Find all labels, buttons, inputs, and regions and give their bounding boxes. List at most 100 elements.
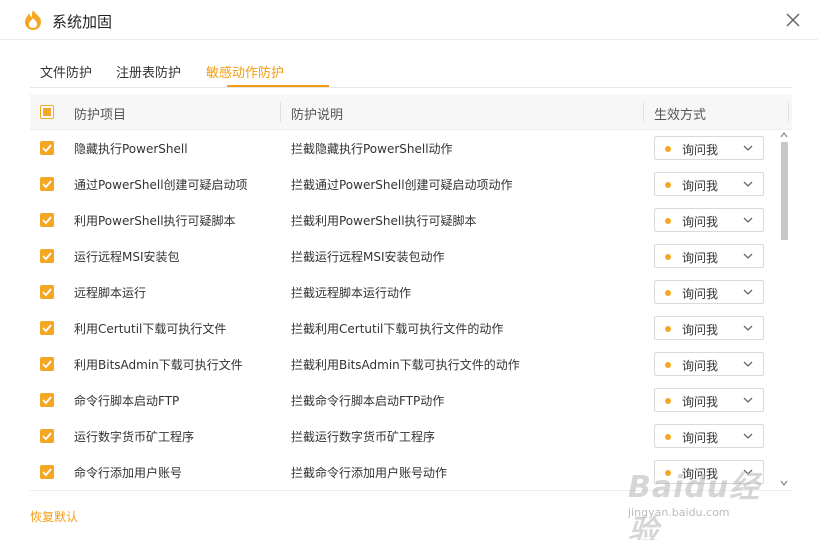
row-description: 拦截隐藏执行PowerShell动作 xyxy=(291,142,453,156)
row-checkbox[interactable] xyxy=(40,357,54,371)
chevron-down-icon xyxy=(743,217,753,223)
row-item-name: 命令行脚本启动FTP xyxy=(74,394,180,408)
row-checkbox[interactable] xyxy=(40,465,54,479)
table-row: 隐藏执行PowerShell 拦截隐藏执行PowerShell动作 询问我 xyxy=(30,130,792,166)
row-description: 拦截运行数字货币矿工程序 xyxy=(291,430,436,444)
vertical-scrollbar[interactable] xyxy=(778,132,790,490)
column-divider xyxy=(280,102,281,122)
row-item-name: 通过PowerShell创建可疑启动项 xyxy=(74,178,248,192)
mode-dropdown[interactable]: 询问我 xyxy=(654,136,764,160)
row-description: 拦截利用BitsAdmin下载可执行文件的动作 xyxy=(291,358,520,372)
chevron-down-icon xyxy=(743,433,753,439)
chevron-down-icon xyxy=(743,325,753,331)
status-dot xyxy=(665,434,671,440)
flame-shield-icon xyxy=(25,10,41,30)
row-item-name: 隐藏执行PowerShell xyxy=(74,142,188,156)
mode-dropdown[interactable]: 询问我 xyxy=(654,316,764,340)
chevron-down-icon xyxy=(743,289,753,295)
row-description: 拦截通过PowerShell创建可疑启动项动作 xyxy=(291,178,513,192)
tab-bar: 文件防护 注册表防护 敏感动作防护 xyxy=(30,56,792,88)
row-checkbox[interactable] xyxy=(40,249,54,263)
mode-value: 询问我 xyxy=(682,215,719,229)
mode-dropdown[interactable]: 询问我 xyxy=(654,244,764,268)
status-dot xyxy=(665,290,671,296)
chevron-down-icon xyxy=(743,145,753,151)
footer-divider xyxy=(30,490,792,491)
row-description: 拦截远程脚本运行动作 xyxy=(291,286,412,300)
close-icon[interactable] xyxy=(782,9,804,31)
table-row: 命令行添加用户账号 拦截命令行添加用户账号动作 询问我 xyxy=(30,454,792,490)
mode-dropdown[interactable]: 询问我 xyxy=(654,208,764,232)
tab-sensitive-action-protection[interactable]: 敏感动作防护 xyxy=(206,62,284,81)
mode-dropdown[interactable]: 询问我 xyxy=(654,352,764,376)
row-checkbox[interactable] xyxy=(40,285,54,299)
mode-dropdown[interactable]: 询问我 xyxy=(654,388,764,412)
table-row: 运行远程MSI安装包 拦截运行远程MSI安装包动作 询问我 xyxy=(30,238,792,274)
row-item-name: 远程脚本运行 xyxy=(74,286,147,300)
row-item-name: 利用BitsAdmin下载可执行文件 xyxy=(74,358,243,372)
status-dot xyxy=(665,218,671,224)
active-tab-indicator xyxy=(227,85,329,87)
mode-value: 询问我 xyxy=(682,143,719,157)
table-row: 利用Certutil下载可执行文件 拦截利用Certutil下载可执行文件的动作… xyxy=(30,310,792,346)
chevron-down-icon xyxy=(743,469,753,475)
mode-value: 询问我 xyxy=(682,179,719,193)
row-description: 拦截命令行脚本启动FTP动作 xyxy=(291,394,445,408)
column-header-item: 防护项目 xyxy=(74,108,127,123)
row-description: 拦截运行远程MSI安装包动作 xyxy=(291,250,445,264)
row-checkbox[interactable] xyxy=(40,213,54,227)
row-item-name: 利用PowerShell执行可疑脚本 xyxy=(74,214,236,228)
status-dot xyxy=(665,182,671,188)
mode-value: 询问我 xyxy=(682,359,719,373)
table-row: 远程脚本运行 拦截远程脚本运行动作 询问我 xyxy=(30,274,792,310)
chevron-down-icon xyxy=(743,361,753,367)
restore-defaults-link[interactable]: 恢复默认 xyxy=(30,508,78,525)
scrollbar-thumb[interactable] xyxy=(781,142,788,240)
row-checkbox[interactable] xyxy=(40,177,54,191)
table-row: 运行数字货币矿工程序 拦截运行数字货币矿工程序 询问我 xyxy=(30,418,792,454)
status-dot xyxy=(665,362,671,368)
mode-value: 询问我 xyxy=(682,251,719,265)
mode-dropdown[interactable]: 询问我 xyxy=(654,460,764,484)
scroll-down-icon[interactable] xyxy=(780,480,788,486)
row-description: 拦截命令行添加用户账号动作 xyxy=(291,466,448,480)
table-header: 防护项目 防护说明 生效方式 xyxy=(30,94,792,130)
tab-file-protection[interactable]: 文件防护 xyxy=(40,62,92,81)
row-checkbox[interactable] xyxy=(40,393,54,407)
column-header-mode: 生效方式 xyxy=(654,108,707,123)
row-checkbox[interactable] xyxy=(40,429,54,443)
row-item-name: 利用Certutil下载可执行文件 xyxy=(74,322,227,336)
status-dot xyxy=(665,398,671,404)
scroll-up-icon[interactable] xyxy=(780,132,788,138)
table-row: 命令行脚本启动FTP 拦截命令行脚本启动FTP动作 询问我 xyxy=(30,382,792,418)
row-checkbox[interactable] xyxy=(40,141,54,155)
mode-value: 询问我 xyxy=(682,395,719,409)
status-dot xyxy=(665,326,671,332)
column-divider xyxy=(788,102,789,122)
status-dot xyxy=(665,146,671,152)
row-description: 拦截利用PowerShell执行可疑脚本 xyxy=(291,214,477,228)
mode-dropdown[interactable]: 询问我 xyxy=(654,280,764,304)
row-description: 拦截利用Certutil下载可执行文件的动作 xyxy=(291,322,504,336)
table-row: 利用BitsAdmin下载可执行文件 拦截利用BitsAdmin下载可执行文件的… xyxy=(30,346,792,382)
column-header-description: 防护说明 xyxy=(291,108,344,123)
select-all-checkbox[interactable] xyxy=(40,105,54,119)
mode-value: 询问我 xyxy=(682,431,719,445)
window-title: 系统加固 xyxy=(52,13,113,31)
mode-dropdown[interactable]: 询问我 xyxy=(654,424,764,448)
mode-value: 询问我 xyxy=(682,287,719,301)
row-checkbox[interactable] xyxy=(40,321,54,335)
mode-dropdown[interactable]: 询问我 xyxy=(654,172,764,196)
protection-list: 隐藏执行PowerShell 拦截隐藏执行PowerShell动作 询问我 通过… xyxy=(30,130,792,490)
table-row: 利用PowerShell执行可疑脚本 拦截利用PowerShell执行可疑脚本 … xyxy=(30,202,792,238)
mode-value: 询问我 xyxy=(682,323,719,337)
status-dot xyxy=(665,254,671,260)
chevron-down-icon xyxy=(743,253,753,259)
chevron-down-icon xyxy=(743,397,753,403)
tab-registry-protection[interactable]: 注册表防护 xyxy=(116,62,181,81)
status-dot xyxy=(665,470,671,476)
row-item-name: 运行远程MSI安装包 xyxy=(74,250,180,264)
watermark-url: jingyan.baidu.com xyxy=(628,506,730,519)
row-item-name: 运行数字货币矿工程序 xyxy=(74,430,195,444)
column-divider xyxy=(643,102,644,122)
